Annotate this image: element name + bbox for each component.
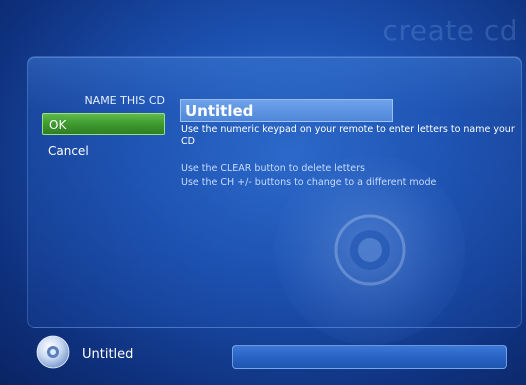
help-text-channel: Use the CH +/- buttons to change to a di… [181, 177, 437, 188]
create-cd-screen: create cd NAME THIS CD OK Cancel Untitle… [0, 0, 526, 385]
help-text-keypad: Use the numeric keypad on your remote to… [181, 124, 515, 147]
sidebar-heading: NAME THIS CD [84, 94, 165, 107]
cd-name-input[interactable]: Untitled [180, 99, 393, 122]
page-title: create cd [382, 14, 518, 47]
help-text-clear: Use the CLEAR button to delete letters [181, 163, 365, 174]
footer-disc-title: Untitled [82, 347, 134, 362]
burn-progress-bar [232, 345, 507, 369]
cancel-button[interactable]: Cancel [42, 140, 165, 162]
cd-icon [36, 335, 70, 369]
ok-button[interactable]: OK [42, 113, 165, 135]
